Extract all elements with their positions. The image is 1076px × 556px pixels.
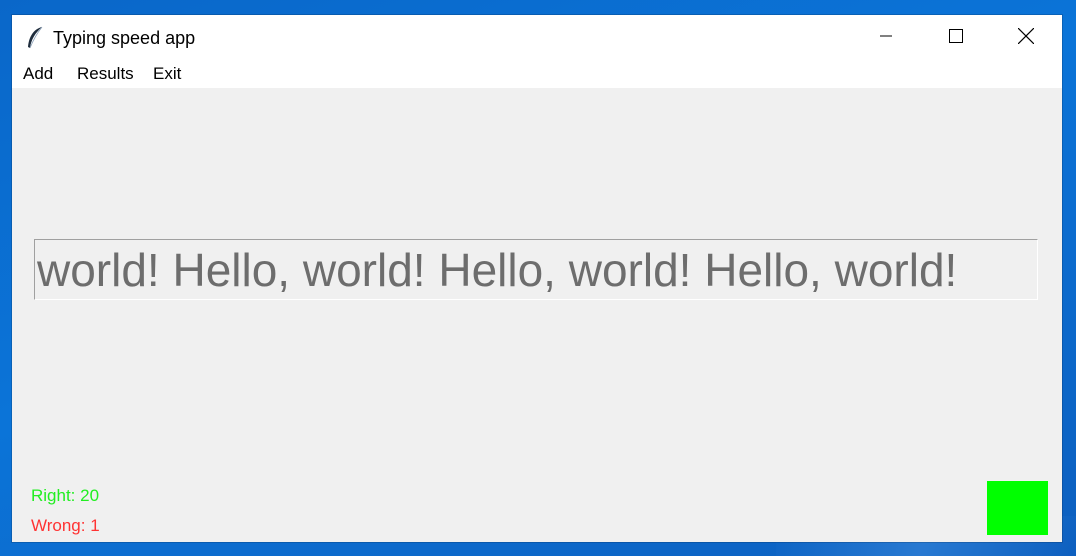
menu-results[interactable]: Results (75, 64, 136, 84)
wrong-count-label: Wrong: 1 (31, 516, 100, 535)
typing-text-value: world! Hello, world! Hello, world! Hello… (37, 244, 958, 296)
menu-add[interactable]: Add (21, 64, 55, 84)
typing-text-field[interactable]: world! Hello, world! Hello, world! Hello… (34, 239, 1038, 300)
maximize-icon (949, 28, 963, 48)
window-title: Typing speed app (53, 28, 196, 48)
right-count-label: Right: 20 (31, 486, 100, 505)
menu-bar: Add Results Exit (12, 61, 1062, 88)
menu-exit[interactable]: Exit (151, 64, 183, 84)
minimize-icon (880, 29, 892, 47)
status-indicator (987, 481, 1048, 535)
app-window: Typing speed app Add Results Exit world!… (12, 15, 1062, 542)
close-icon (1017, 27, 1035, 49)
main-content: world! Hello, world! Hello, world! Hello… (12, 88, 1062, 542)
minimize-button[interactable] (851, 15, 921, 61)
close-button[interactable] (991, 15, 1061, 61)
maximize-button[interactable] (921, 15, 991, 61)
title-bar[interactable]: Typing speed app (12, 15, 1062, 61)
feather-icon (26, 26, 44, 50)
